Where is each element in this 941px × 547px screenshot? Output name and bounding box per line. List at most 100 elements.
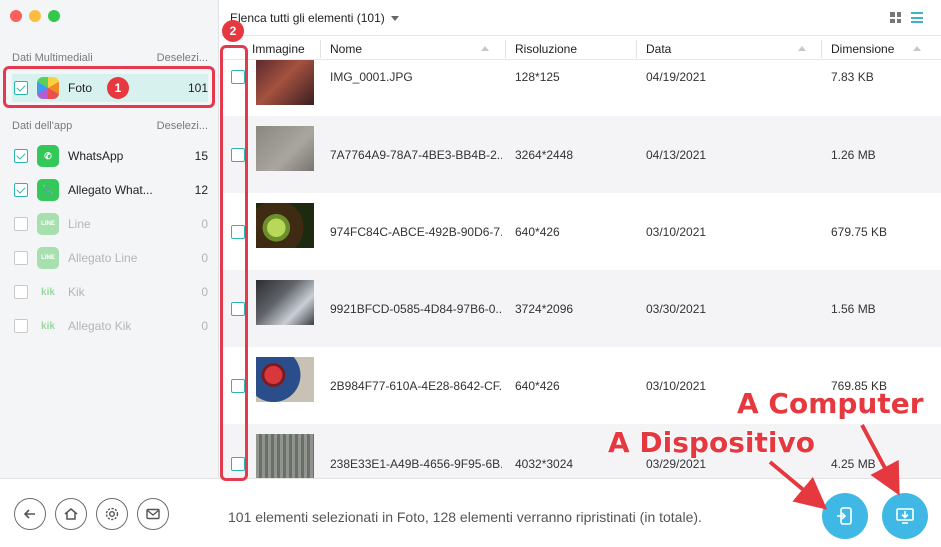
- media-section-header: Dati Multimediali Deselezi...: [12, 52, 208, 64]
- highlight-box-checkboxes: [220, 45, 248, 481]
- kik-checkbox[interactable]: [14, 285, 28, 299]
- table-row[interactable]: 7A7764A9-78A7-4BE3-BB4B-2... 3264*2448 0…: [220, 116, 941, 193]
- sidebar-item-count: 0: [201, 319, 208, 333]
- file-size: 7.83 KB: [831, 70, 874, 84]
- gear-icon: [105, 507, 119, 521]
- whatsapp-attachment-checkbox[interactable]: [14, 183, 28, 197]
- kik-attachment-checkbox[interactable]: [14, 319, 28, 333]
- arrow-left-icon: [23, 509, 35, 519]
- whatsapp-checkbox[interactable]: [14, 149, 28, 163]
- column-divider: [821, 40, 822, 58]
- file-resolution: 4032*3024: [515, 457, 574, 471]
- home-button[interactable]: [55, 498, 87, 530]
- sidebar-item-line[interactable]: LINE Line 0: [12, 210, 208, 238]
- kik-attachment-icon: kik: [41, 320, 55, 332]
- file-name: 7A7764A9-78A7-4BE3-BB4B-2...: [330, 148, 502, 162]
- sidebar-item-whatsapp[interactable]: ✆ WhatsApp 15: [12, 142, 208, 170]
- table-row[interactable]: 974FC84C-ABCE-492B-90D6-7... 640*426 03/…: [220, 193, 941, 270]
- file-resolution: 3264*2448: [515, 148, 574, 162]
- file-resolution: 640*426: [515, 225, 560, 239]
- media-deselect-link[interactable]: Deselezi...: [157, 52, 208, 64]
- sidebar-item-count: 0: [201, 251, 208, 265]
- back-button[interactable]: [14, 498, 46, 530]
- mail-icon: [146, 508, 160, 520]
- file-name: 974FC84C-ABCE-492B-90D6-7...: [330, 225, 502, 239]
- line-attachment-checkbox[interactable]: [14, 251, 28, 265]
- column-header-resolution[interactable]: Risoluzione: [515, 42, 577, 56]
- restore-to-device-button[interactable]: [822, 493, 868, 539]
- app-section-header: Dati dell'app Deselezi...: [12, 120, 208, 132]
- list-filter-label: Elenca tutti gli elementi (101): [230, 11, 385, 25]
- whatsapp-icon: ✆: [37, 145, 59, 167]
- list-toolbar: Elenca tutti gli elementi (101): [220, 0, 941, 36]
- table-row[interactable]: 9921BFCD-0585-4D84-97B6-0... 3724*2096 0…: [220, 270, 941, 347]
- close-window-button[interactable]: [10, 10, 22, 22]
- file-size: 1.26 MB: [831, 148, 876, 162]
- sidebar-item-label: Line: [68, 217, 91, 231]
- step-badge-1: 1: [107, 77, 129, 99]
- sidebar-item-count: 0: [201, 217, 208, 231]
- line-checkbox[interactable]: [14, 217, 28, 231]
- line-icon: LINE: [37, 213, 59, 235]
- column-divider: [505, 40, 506, 58]
- column-header-image[interactable]: Immagine: [252, 42, 305, 56]
- file-resolution: 3724*2096: [515, 302, 574, 316]
- step-badge-2: 2: [222, 20, 244, 42]
- sidebar-item-label: Allegato Kik: [68, 319, 132, 333]
- selection-status: 101 elementi selezionati in Foto, 128 el…: [228, 509, 702, 525]
- sort-arrow-icon[interactable]: [798, 46, 806, 51]
- table-row[interactable]: 238E33E1-A49B-4656-9F95-6B... 4032*3024 …: [220, 424, 941, 478]
- file-date: 03/29/2021: [646, 457, 707, 471]
- column-divider: [636, 40, 637, 58]
- photo-thumbnail[interactable]: [256, 434, 314, 478]
- restore-to-computer-button[interactable]: [882, 493, 928, 539]
- callout-to-computer: A Computer: [736, 386, 924, 421]
- list-filter-dropdown[interactable]: Elenca tutti gli elementi (101): [230, 11, 399, 25]
- mail-button[interactable]: [137, 498, 169, 530]
- settings-button[interactable]: [96, 498, 128, 530]
- sidebar-item-whatsapp-attachment[interactable]: 📎 Allegato What... 12: [12, 176, 208, 204]
- file-name: 238E33E1-A49B-4656-9F95-6B...: [330, 457, 502, 471]
- column-header-size[interactable]: Dimensione: [831, 42, 894, 56]
- chevron-down-icon: [390, 15, 399, 21]
- whatsapp-attachment-icon: 📎: [37, 179, 59, 201]
- file-size: 4.25 MB: [831, 457, 876, 471]
- sort-arrow-icon[interactable]: [913, 46, 921, 51]
- photo-thumbnail[interactable]: [256, 126, 314, 171]
- sidebar-item-count: 15: [194, 149, 208, 163]
- sort-arrow-icon[interactable]: [481, 46, 489, 51]
- line-attachment-icon: LINE: [37, 247, 59, 269]
- zoom-window-button[interactable]: [48, 10, 60, 22]
- table-header: Immagine Nome Risoluzione Data Dimension…: [220, 38, 941, 60]
- photo-thumbnail[interactable]: [256, 357, 314, 402]
- file-size: 679.75 KB: [831, 225, 888, 239]
- sidebar-item-kik-attachment[interactable]: kik Allegato Kik 0: [12, 312, 208, 340]
- sidebar-item-count: 0: [201, 285, 208, 299]
- file-date: 04/19/2021: [646, 70, 707, 84]
- home-icon: [64, 508, 78, 520]
- list-view-icon[interactable]: [911, 12, 923, 23]
- photo-thumbnail[interactable]: [256, 280, 314, 325]
- bottom-bar: 101 elementi selezionati in Foto, 128 el…: [0, 478, 941, 547]
- file-resolution: 640*426: [515, 379, 560, 393]
- sidebar-item-kik[interactable]: kik Kik 0: [12, 278, 208, 306]
- kik-icon: kik: [41, 286, 55, 298]
- photo-thumbnail[interactable]: [256, 203, 314, 248]
- file-date: 04/13/2021: [646, 148, 707, 162]
- file-date: 03/10/2021: [646, 225, 707, 239]
- sidebar-item-line-attachment[interactable]: LINE Allegato Line 0: [12, 244, 208, 272]
- phone-restore-icon: [837, 507, 852, 525]
- app-section-title: Dati dell'app: [12, 120, 73, 132]
- grid-view-icon[interactable]: [890, 12, 901, 23]
- column-header-date[interactable]: Data: [646, 42, 671, 56]
- photo-thumbnail[interactable]: [256, 60, 314, 105]
- column-header-name[interactable]: Nome: [330, 42, 362, 56]
- computer-download-icon: [896, 508, 914, 524]
- column-divider: [320, 40, 321, 58]
- sidebar-item-label: WhatsApp: [68, 149, 124, 163]
- app-deselect-link[interactable]: Deselezi...: [157, 120, 208, 132]
- media-section-title: Dati Multimediali: [12, 52, 93, 64]
- file-name: IMG_0001.JPG: [330, 70, 413, 84]
- sidebar-item-label: Allegato What...: [68, 183, 153, 197]
- minimize-window-button[interactable]: [29, 10, 41, 22]
